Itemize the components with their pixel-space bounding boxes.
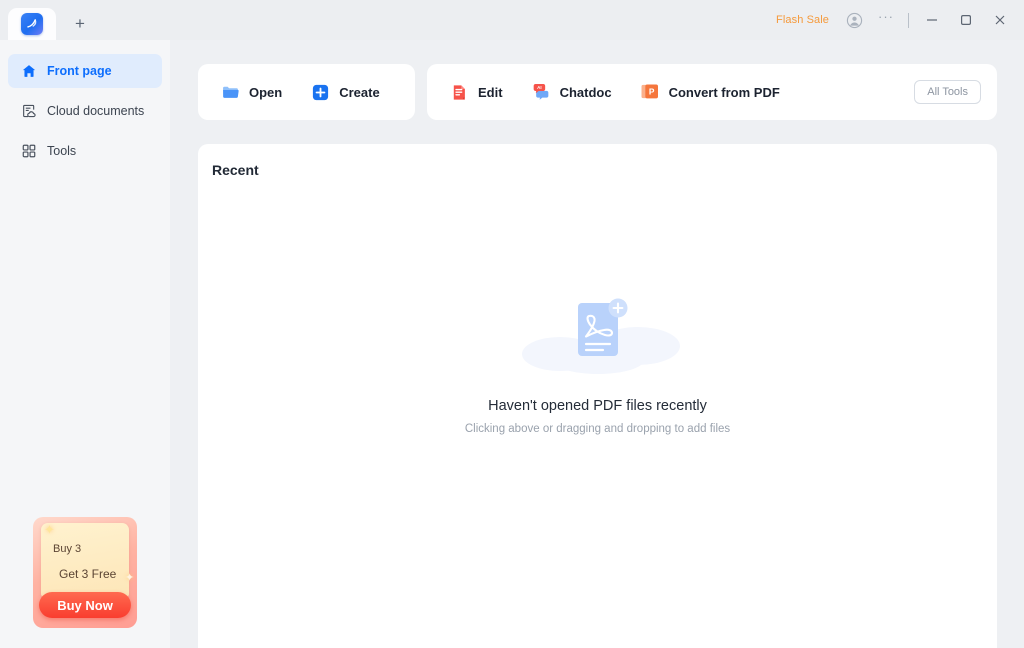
- sidebar-item-front-page[interactable]: Front page: [8, 54, 162, 88]
- minimize-button[interactable]: [916, 6, 948, 34]
- sparkle-icon: ✦: [125, 572, 135, 584]
- grid-tools-icon: [20, 143, 37, 160]
- home-icon: [20, 63, 37, 80]
- more-options-icon[interactable]: ···: [871, 6, 901, 34]
- create-button-label: Create: [339, 84, 380, 100]
- new-tab-label: +: [75, 13, 85, 33]
- app-logo-icon: [21, 13, 43, 35]
- buy-now-button[interactable]: Buy Now: [39, 592, 131, 618]
- convert-from-pdf-button-label: Convert from PDF: [668, 84, 780, 100]
- recent-panel: Recent Haven't opened PDF files recently…: [198, 144, 997, 648]
- avatar[interactable]: [839, 6, 869, 34]
- cloud-document-icon: [20, 103, 37, 120]
- promo-card[interactable]: Buy 3 Get 3 Free ✦ ✦ Buy Now: [33, 517, 137, 628]
- open-button[interactable]: Open: [206, 72, 296, 112]
- flash-sale-link[interactable]: Flash Sale: [768, 14, 837, 26]
- toolbar-divider: [908, 12, 909, 28]
- ai-chat-bubble-icon: AI: [531, 82, 551, 102]
- close-button[interactable]: [984, 6, 1016, 34]
- sidebar-item-label: Front page: [47, 64, 112, 78]
- toolbar-group-tools: Edit AI Chatdoc P Convert from PDF All T…: [427, 64, 997, 120]
- maximize-button[interactable]: [950, 6, 982, 34]
- chatdoc-button[interactable]: AI Chatdoc: [517, 72, 626, 112]
- folder-icon: [220, 82, 240, 102]
- tab-strip: +: [0, 0, 94, 40]
- create-button[interactable]: Create: [296, 72, 393, 112]
- edit-button[interactable]: Edit: [435, 72, 517, 112]
- quick-action-toolbar: Open Create Edit AI Chatdoc P Convert fr…: [198, 64, 997, 120]
- tab-active-document[interactable]: [8, 8, 56, 40]
- edit-button-label: Edit: [478, 84, 503, 100]
- svg-text:AI: AI: [537, 85, 542, 90]
- pdf-add-file-icon: [498, 294, 698, 374]
- application-window: + Flash Sale ··· Front page Cloud docume…: [0, 0, 1024, 648]
- toolbar-group-file: Open Create: [198, 64, 415, 120]
- open-button-label: Open: [249, 84, 283, 100]
- sparkle-icon: ✦: [44, 522, 55, 537]
- empty-state-subtitle: Clicking above or dragging and dropping …: [464, 423, 731, 435]
- plus-square-icon: [310, 82, 330, 102]
- title-bar: + Flash Sale ···: [0, 0, 1024, 40]
- sidebar-item-tools[interactable]: Tools: [8, 134, 162, 168]
- sidebar-item-label: Cloud documents: [47, 104, 145, 118]
- main-content: Open Create Edit AI Chatdoc P Convert fr…: [170, 40, 1024, 648]
- sidebar-item-cloud-documents[interactable]: Cloud documents: [8, 94, 162, 128]
- convert-powerpoint-icon: P: [640, 82, 660, 102]
- page-title: Recent: [212, 162, 259, 178]
- edit-document-icon: [449, 82, 469, 102]
- all-tools-button[interactable]: All Tools: [914, 80, 981, 104]
- new-tab-button[interactable]: +: [66, 9, 94, 37]
- empty-state-title: Haven't opened PDF files recently: [488, 398, 707, 414]
- chatdoc-button-label: Chatdoc: [559, 84, 612, 100]
- promo-line-two: Get 3 Free: [59, 567, 117, 581]
- promo-line-one: Buy 3: [53, 543, 82, 555]
- sidebar-item-label: Tools: [47, 144, 77, 158]
- sidebar: Front page Cloud documents Tools Buy 3 G…: [0, 40, 170, 648]
- window-controls-group: Flash Sale ···: [768, 0, 1024, 40]
- empty-state: Haven't opened PDF files recently Clicki…: [198, 294, 997, 435]
- svg-text:P: P: [648, 87, 654, 97]
- convert-from-pdf-button[interactable]: P Convert from PDF: [626, 72, 794, 112]
